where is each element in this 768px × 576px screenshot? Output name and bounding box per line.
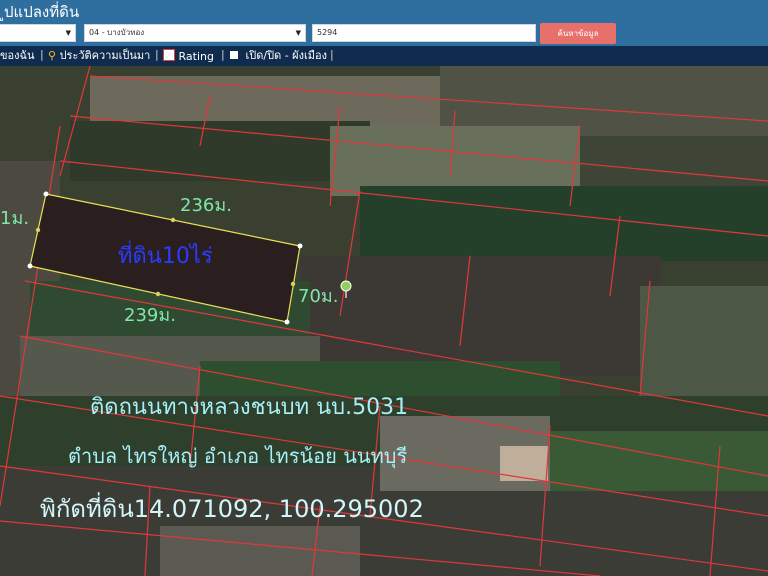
toolbar-item-history[interactable]: ⚲ ประวัติความเป็นมา bbox=[48, 49, 150, 63]
toolbar-item-history-label: ประวัติความเป็นมา bbox=[59, 49, 151, 62]
field bbox=[330, 126, 580, 196]
district-select-value: 04 - บางบัวทอง bbox=[89, 28, 145, 37]
toolbar-item-toggle[interactable]: เปิด/ปิด - ผังเมือง bbox=[230, 49, 327, 63]
road-info: ติดถนนทางหลวงชนบท นบ.5031 bbox=[90, 395, 408, 420]
field bbox=[550, 431, 768, 491]
search-button[interactable]: ค้นหาข้อมูล bbox=[540, 23, 616, 44]
coordinate-info: พิกัดที่ดิน14.071092, 100.295002 bbox=[40, 492, 424, 523]
map-toolbar: ของฉัน | ⚲ ประวัติความเป็นมา | Rating | … bbox=[0, 46, 768, 109]
chart-icon bbox=[163, 49, 175, 61]
satellite-map[interactable]: 236ม. 239ม. 70ม. 1ม. ที่ดิน10ไร่ ติดถนนท… bbox=[0, 66, 768, 576]
area-label: ที่ดิน10ไร่ bbox=[118, 240, 213, 269]
parcel-number-input[interactable]: 5294 bbox=[312, 24, 536, 42]
vertex-handle[interactable] bbox=[284, 319, 290, 325]
district-select[interactable]: 04 - บางบัวทอง ▼ bbox=[84, 24, 306, 42]
vertex-handle[interactable] bbox=[27, 263, 33, 269]
parcel-number-value: 5294 bbox=[317, 28, 338, 37]
toolbar-divider: | bbox=[330, 48, 334, 61]
toolbar-divider: | bbox=[155, 48, 159, 61]
top-bar: ูปแปลงที่ดิน ▼ 04 - บางบัวทอง ▼ 5294 ค้น… bbox=[0, 0, 768, 46]
toolbar-item-rating[interactable]: Rating bbox=[163, 49, 214, 64]
vertex-handle[interactable] bbox=[297, 243, 303, 249]
toolbar-item-toggle-label: เปิด/ปิด - ผังเมือง bbox=[245, 49, 328, 62]
app-title: ูปแปลงที่ดิน bbox=[4, 3, 80, 21]
toolbar-divider: | bbox=[221, 48, 225, 61]
field bbox=[440, 66, 768, 136]
vertex-handle[interactable] bbox=[43, 191, 49, 197]
length-label-left: 1ม. bbox=[0, 208, 29, 229]
chevron-down-icon: ▼ bbox=[295, 29, 301, 37]
field bbox=[360, 186, 768, 261]
province-select[interactable]: ▼ bbox=[0, 24, 76, 42]
history-icon: ⚲ bbox=[48, 49, 57, 62]
toolbar-item-mine[interactable]: ของฉัน bbox=[0, 49, 35, 63]
checkbox-icon[interactable] bbox=[230, 51, 238, 59]
field bbox=[300, 256, 660, 376]
length-label-top: 236ม. bbox=[180, 195, 232, 216]
length-label-right: 70ม. bbox=[298, 286, 339, 307]
toolbar-item-rating-label: Rating bbox=[178, 50, 214, 63]
length-label-bottom: 239ม. bbox=[124, 305, 176, 326]
location-info: ตำบล ไทรใหญ่ อำเภอ ไทรน้อย นนทบุรี bbox=[68, 444, 407, 469]
toolbar-divider: | bbox=[40, 48, 44, 61]
chevron-down-icon: ▼ bbox=[65, 29, 71, 37]
